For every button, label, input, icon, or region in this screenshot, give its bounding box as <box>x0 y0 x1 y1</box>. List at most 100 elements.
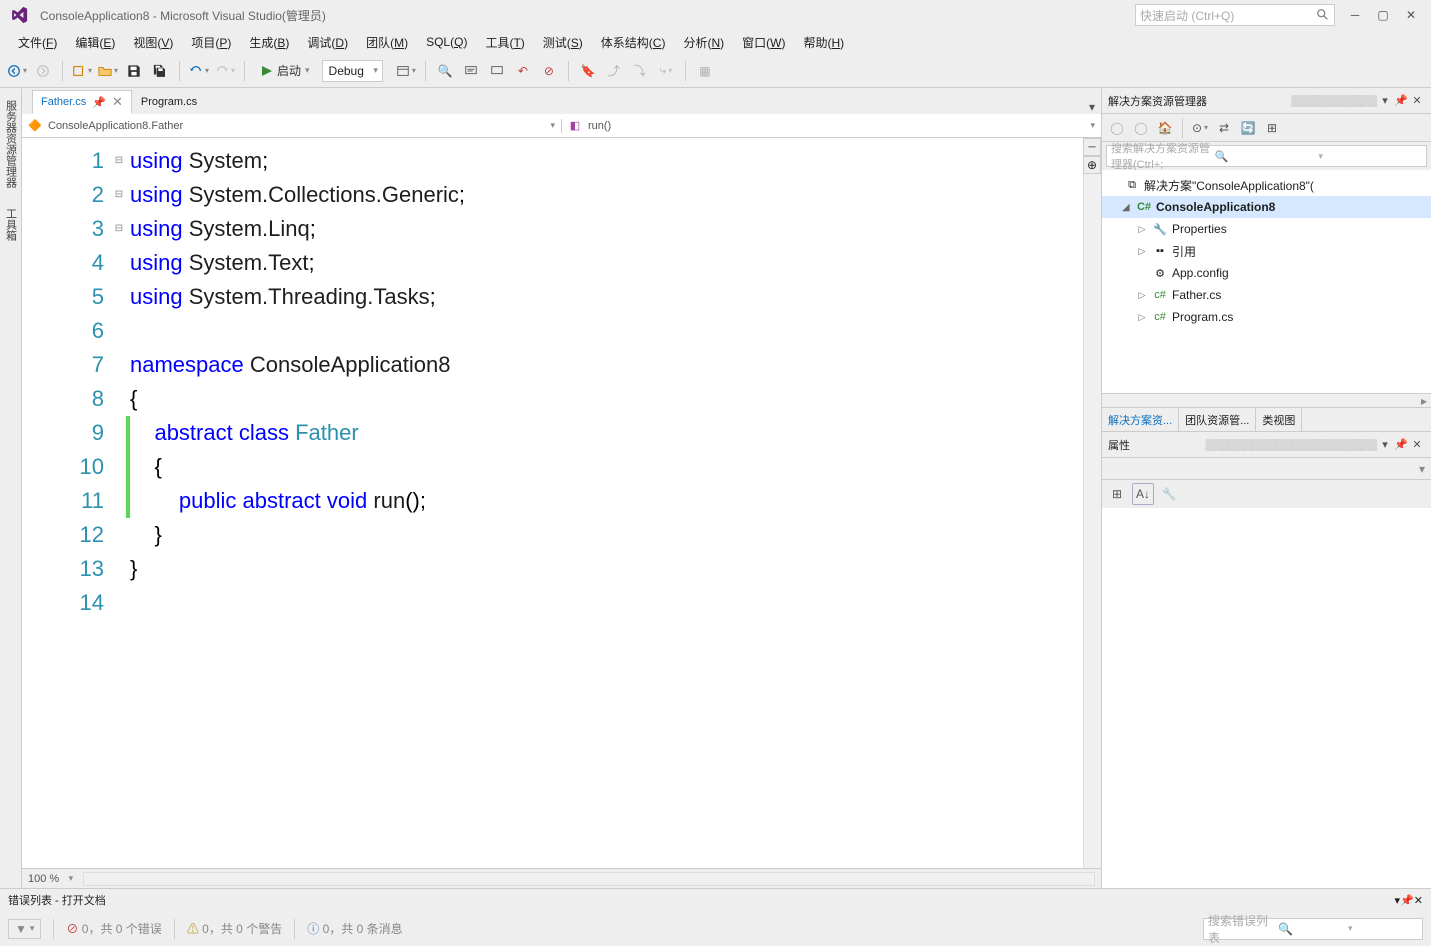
menu-工具t[interactable]: 工具(T) <box>477 32 532 53</box>
se-scope-button[interactable]: ⊙ <box>1189 117 1211 139</box>
toolbox-tab[interactable]: 工具箱 <box>1 204 21 245</box>
se-back-button[interactable]: ◯ <box>1106 117 1128 139</box>
menu-文件f[interactable]: 文件(F) <box>10 32 65 53</box>
config-combo[interactable]: Debug <box>322 60 383 82</box>
menu-帮助h[interactable]: 帮助(H) <box>795 32 852 53</box>
close-button[interactable]: ✕ <box>1397 4 1425 26</box>
prop-options-button[interactable]: ▾ <box>1377 438 1393 451</box>
menu-分析n[interactable]: 分析(N) <box>675 32 732 53</box>
code-editor[interactable]: using System;using System.Collections.Ge… <box>130 138 1083 868</box>
menu-项目p[interactable]: 项目(P) <box>183 32 239 53</box>
server-explorer-tab[interactable]: 服务器资源管理器 <box>1 96 21 192</box>
file-tab-father-cs[interactable]: Father.cs 📌 ✕ <box>32 90 132 114</box>
error-list-panel: 错误列表 - 打开文档 ▾ 📌 ✕ ▼▾ ⊘ 0，共 0 个错误 ⚠ 0，共 0… <box>0 888 1431 946</box>
menu-视图v[interactable]: 视图(V) <box>125 32 181 53</box>
se-home-button[interactable]: 🏠 <box>1154 117 1176 139</box>
program-cs-node[interactable]: ▷c#Program.cs <box>1102 306 1431 328</box>
father-cs-node[interactable]: ▷c#Father.cs <box>1102 284 1431 306</box>
error-close-button[interactable]: ✕ <box>1414 894 1423 907</box>
prop-close-button[interactable]: ✕ <box>1409 438 1425 451</box>
minimize-button[interactable]: ─ <box>1341 4 1369 26</box>
menu-窗口w[interactable]: 窗口(W) <box>734 32 793 53</box>
line-number-gutter: 1234567891011121314 <box>22 138 112 868</box>
message-count[interactable]: ⓘ 0，共 0 条消息 <box>307 920 402 937</box>
properties-header: 属性 ▒▒▒▒▒▒▒▒▒▒▒▒▒▒▒▒▒▒▒▒▒▒ ▾ 📌 ✕ <box>1102 432 1431 458</box>
comment-button[interactable] <box>460 60 482 82</box>
menu-体系结构c[interactable]: 体系结构(C) <box>593 32 674 53</box>
vs-logo-icon <box>6 2 32 28</box>
filter-button[interactable]: ▼▾ <box>8 919 41 939</box>
appconfig-node[interactable]: ⚙App.config <box>1102 262 1431 284</box>
menu-调试d[interactable]: 调试(D) <box>299 32 356 53</box>
vertical-scrollbar[interactable] <box>1083 138 1101 868</box>
cs-file-icon: c# <box>1152 287 1168 303</box>
solution-search-input[interactable]: 搜索解决方案资源管理器(Ctrl+; 🔍▾ <box>1106 145 1427 167</box>
properties-node[interactable]: ▷🔧Properties <box>1102 218 1431 240</box>
solution-node[interactable]: ⧉解决方案"ConsoleApplication8"( <box>1102 174 1431 196</box>
outline-column[interactable]: ⊟⊟⊟ <box>112 138 126 868</box>
menu-生成b[interactable]: 生成(B) <box>241 32 297 53</box>
error-count[interactable]: ⊘ 0，共 0 个错误 <box>66 920 161 937</box>
panel-pin-button[interactable]: 📌 <box>1393 94 1409 107</box>
references-node[interactable]: ▷▪▪引用 <box>1102 240 1431 262</box>
split-button[interactable]: ─ <box>1083 138 1101 156</box>
alphabetical-button[interactable]: A↓ <box>1132 483 1154 505</box>
tab-team-explorer[interactable]: 团队资源管... <box>1179 408 1256 431</box>
maximize-button[interactable]: ▢ <box>1369 4 1397 26</box>
extra-button[interactable]: ▦ <box>694 60 716 82</box>
tool-button-1[interactable]: ↶ <box>512 60 534 82</box>
project-node[interactable]: ◢C#ConsoleApplication8 <box>1102 196 1431 218</box>
open-file-button[interactable] <box>97 60 119 82</box>
categorized-button[interactable]: ⊞ <box>1106 483 1128 505</box>
expand-button[interactable]: ⊕ <box>1083 156 1101 174</box>
browser-button[interactable] <box>395 60 417 82</box>
find-button[interactable]: 🔍 <box>434 60 456 82</box>
menu-编辑e[interactable]: 编辑(E) <box>67 32 123 53</box>
nav-back-button[interactable] <box>6 60 28 82</box>
zoom-combo[interactable]: 100 % <box>28 873 73 885</box>
se-sync-button[interactable]: 🔄 <box>1237 117 1259 139</box>
solution-icon: ⧉ <box>1124 177 1140 193</box>
error-list-title: 错误列表 - 打开文档 <box>8 892 1395 908</box>
tab-class-view[interactable]: 类视图 <box>1256 408 1302 431</box>
tab-solution-explorer[interactable]: 解决方案资... <box>1102 408 1179 431</box>
se-fwd-button[interactable]: ◯ <box>1130 117 1152 139</box>
horizontal-scrollbar[interactable] <box>83 872 1095 886</box>
save-all-button[interactable] <box>149 60 171 82</box>
step-button-1[interactable]: ⤴ <box>603 60 625 82</box>
nav-bar: 🔶 ConsoleApplication8.Father ◧ run() <box>22 114 1101 138</box>
properties-grid[interactable] <box>1102 508 1431 888</box>
uncomment-button[interactable] <box>486 60 508 82</box>
quick-launch-input[interactable]: 快速启动 (Ctrl+Q) <box>1135 4 1335 26</box>
nav-forward-button[interactable] <box>32 60 54 82</box>
class-nav-combo[interactable]: 🔶 ConsoleApplication8.Father <box>22 119 562 133</box>
se-refresh-button[interactable]: ⇄ <box>1213 117 1235 139</box>
panel-options-button[interactable]: ▾ <box>1377 94 1393 107</box>
step-button-3[interactable]: ⤷ <box>655 60 677 82</box>
warning-count[interactable]: ⚠ 0，共 0 个警告 <box>187 920 282 937</box>
menu-测试s[interactable]: 测试(S) <box>535 32 591 53</box>
tab-overflow-button[interactable]: ▾ <box>1083 100 1101 114</box>
tool-button-2[interactable]: ⊘ <box>538 60 560 82</box>
redo-button[interactable] <box>214 60 236 82</box>
start-debug-button[interactable]: 启动▾ <box>253 59 318 83</box>
member-nav-combo[interactable]: ◧ run() <box>562 119 1101 133</box>
menu-sqlq[interactable]: SQL(Q) <box>418 33 475 51</box>
se-showall-button[interactable]: ⊞ <box>1261 117 1283 139</box>
save-button[interactable] <box>123 60 145 82</box>
file-tab-program-cs[interactable]: Program.cs <box>132 90 206 114</box>
new-project-button[interactable] <box>71 60 93 82</box>
prop-combo[interactable]: ▾ <box>1102 458 1431 480</box>
prop-pin-button[interactable]: 📌 <box>1393 438 1409 451</box>
close-icon[interactable]: ✕ <box>112 94 123 110</box>
undo-button[interactable] <box>188 60 210 82</box>
menu-团队m[interactable]: 团队(M) <box>358 32 416 53</box>
solution-tree[interactable]: ⧉解决方案"ConsoleApplication8"( ◢C#ConsoleAp… <box>1102 170 1431 393</box>
error-pin-button[interactable]: 📌 <box>1400 894 1414 907</box>
solution-explorer-header: 解决方案资源管理器 ▒▒▒▒▒▒▒▒▒▒▒ ▾ 📌 ✕ <box>1102 88 1431 114</box>
panel-close-button[interactable]: ✕ <box>1409 94 1425 107</box>
bookmark-button[interactable]: 🔖 <box>577 60 599 82</box>
error-search-input[interactable]: 搜索错误列表 🔍▾ <box>1203 918 1423 940</box>
step-button-2[interactable]: ⤵ <box>629 60 651 82</box>
prop-pages-button[interactable]: 🔧 <box>1158 483 1180 505</box>
